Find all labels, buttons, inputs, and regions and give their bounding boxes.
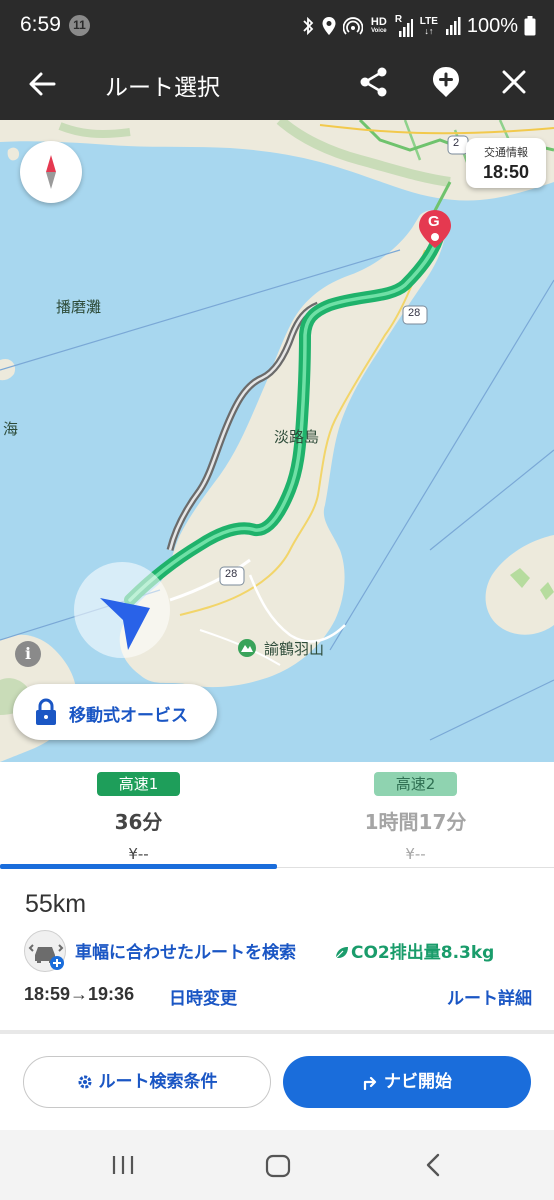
leaf-icon xyxy=(335,947,348,959)
search-conditions-button[interactable]: ルート検索条件 xyxy=(23,1056,271,1108)
route-badge: 高速1 xyxy=(96,772,181,796)
voice-label: Voice xyxy=(371,28,387,34)
home-icon[interactable] xyxy=(265,1154,291,1178)
route-duration: 1時間17分 xyxy=(364,810,467,834)
tab-route-1[interactable]: 高速1 36分 ¥-- xyxy=(0,762,277,868)
back-arrow-icon[interactable] xyxy=(24,66,60,102)
change-time-link[interactable]: 日時変更 xyxy=(169,984,237,1009)
map-label-harima-sea: 播磨灘 xyxy=(56,298,102,316)
compass-button[interactable] xyxy=(20,141,82,203)
route-shield-28a-label: 28 xyxy=(408,307,421,319)
map-label-awaji-island: 淡路島 xyxy=(274,428,320,446)
route-duration: 36分 xyxy=(114,810,163,834)
info-icon[interactable]: i xyxy=(15,641,41,667)
hd-voice-icon: HD Voice xyxy=(369,17,389,35)
hd-label: HD xyxy=(370,16,387,28)
gear-icon xyxy=(78,1075,91,1089)
departure-arrival-times: 18:59→19:36 xyxy=(24,984,135,1004)
route-badge: 高速2 xyxy=(373,772,458,796)
back-icon[interactable] xyxy=(422,1152,444,1178)
bluetooth-icon xyxy=(303,16,314,36)
battery-icon xyxy=(524,16,536,36)
turn-right-icon xyxy=(363,1076,377,1091)
status-bar: 6:59 11 HD Voice R LTE ↓↑ 100% xyxy=(0,0,554,52)
hotspot-icon xyxy=(342,17,363,35)
selected-tab-indicator xyxy=(0,864,277,869)
share-icon[interactable] xyxy=(356,64,392,100)
app-bar: ルート選択 xyxy=(0,52,554,120)
roaming-signal-icon: R xyxy=(395,15,413,37)
action-bar: ルート検索条件 ナビ開始 xyxy=(0,1034,554,1130)
location-icon xyxy=(322,17,336,35)
battery-percent: 100% xyxy=(466,14,518,37)
close-icon[interactable] xyxy=(496,64,532,100)
vehicle-width-search-link[interactable]: 車幅に合わせたルートを検索 xyxy=(75,938,296,963)
start-navigation-label: ナビ開始 xyxy=(384,1072,452,1092)
route-detail-link[interactable]: ルート詳細 xyxy=(447,984,532,1009)
route-tabs: 高速1 36分 ¥-- 高速2 1時間17分 ¥-- xyxy=(0,762,554,868)
co2-text: CO2排出量8.3kg xyxy=(351,943,495,963)
status-icons: HD Voice R LTE ↓↑ 100% xyxy=(301,12,536,40)
signal-icon xyxy=(445,17,461,35)
mobile-orbis-button[interactable]: 移動式オービス xyxy=(13,684,217,740)
map-label-sea-partial: 海 xyxy=(3,420,19,438)
lock-icon xyxy=(36,698,56,725)
route-fare: ¥-- xyxy=(128,845,149,863)
traffic-info-label: 交通情報 xyxy=(484,146,528,159)
traffic-info-time: 18:50 xyxy=(482,162,530,182)
tab-route-2[interactable]: 高速2 1時間17分 ¥-- xyxy=(277,762,554,868)
system-navigation-bar xyxy=(0,1130,554,1200)
add-location-icon[interactable] xyxy=(428,64,464,100)
route-shield-2-label: 2 xyxy=(453,137,460,149)
traffic-info-button[interactable]: 交通情報 18:50 xyxy=(466,138,546,188)
start-navigation-button[interactable]: ナビ開始 xyxy=(283,1056,531,1108)
co2-emission: CO2排出量8.3kg xyxy=(334,938,494,963)
vehicle-icon[interactable] xyxy=(24,930,66,972)
route-map[interactable]: 2 28 28 G 播磨灘 海 淡路島 諭鶴羽山 xyxy=(0,120,554,762)
page-title: ルート選択 xyxy=(105,75,220,101)
route-distance: 55km xyxy=(25,890,87,918)
notification-count-badge: 11 xyxy=(69,15,90,36)
route-fare: ¥-- xyxy=(405,845,426,863)
lte-icon: LTE ↓↑ xyxy=(419,16,438,36)
search-conditions-label: ルート検索条件 xyxy=(98,1072,218,1092)
goal-marker-label[interactable]: G xyxy=(428,213,440,230)
route-shield-28b-label: 28 xyxy=(225,568,238,580)
recent-apps-icon[interactable] xyxy=(110,1154,136,1176)
mobile-orbis-label: 移動式オービス xyxy=(69,706,188,726)
route-details: 55km 車幅に合わせたルートを検索 CO2排出量8.3kg 18:59→19:… xyxy=(0,870,554,1030)
compass-icon xyxy=(46,155,56,189)
status-time: 6:59 xyxy=(20,13,61,36)
map-label-mountain: 諭鶴羽山 xyxy=(264,640,325,658)
